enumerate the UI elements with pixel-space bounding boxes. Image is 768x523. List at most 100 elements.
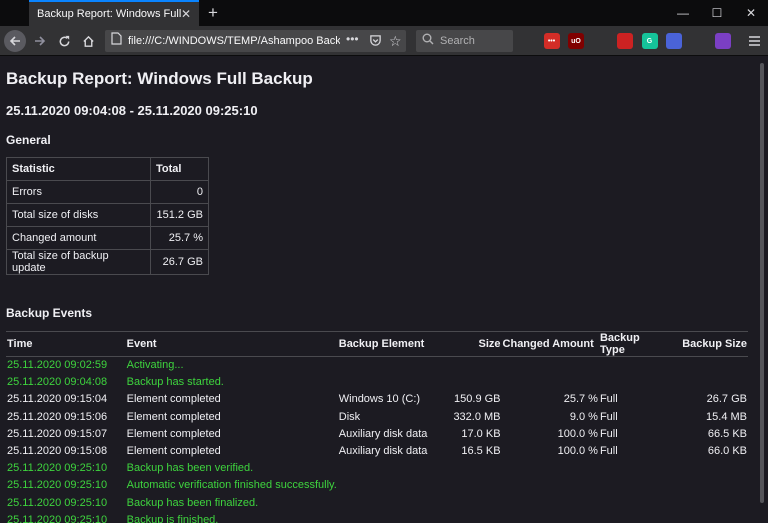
- event-cell: Element completed: [126, 393, 221, 406]
- time-cell: 25.11.2020 09:15:07: [7, 427, 108, 440]
- backup-element-cell: Auxiliary disk data: [338, 427, 428, 440]
- statistic-value: 151.2 GB: [150, 203, 209, 227]
- table-row: 25.11.2020 09:25:10 Automatic verificatio…: [6, 477, 748, 494]
- event-cell: Automatic verification finished successf…: [126, 479, 337, 492]
- hamburger-menu-icon[interactable]: [742, 29, 766, 53]
- table-row: 25.11.2020 09:25:10 Backup has been final…: [6, 494, 748, 511]
- url-bar[interactable]: file:///C:/WINDOWS/TEMP/Ashampoo Backup …: [105, 30, 406, 52]
- backup-type-cell: [599, 374, 666, 391]
- backup-element-cell: Disk: [338, 410, 361, 423]
- home-icon[interactable]: [76, 29, 100, 53]
- backup-type-column-header: Backup Type: [598, 331, 666, 357]
- statistic-name: Errors: [6, 180, 151, 204]
- green-ext-icon[interactable]: [690, 33, 707, 49]
- changed-amount-cell: 100.0 %: [557, 445, 598, 458]
- changed-amount-cell: [502, 494, 599, 511]
- table-row: 25.11.2020 09:15:04 Element completed Wind…: [6, 391, 748, 408]
- backup-size-cell: [666, 511, 748, 523]
- privacy-badger-icon[interactable]: [592, 33, 609, 49]
- scrollbar-thumb[interactable]: [760, 63, 764, 503]
- close-window-icon[interactable]: ✕: [734, 0, 768, 26]
- statistic-column-header: Statistic: [6, 157, 151, 181]
- search-ext-icon[interactable]: [666, 33, 682, 49]
- size-cell: 150.9 GB: [454, 393, 501, 406]
- globe-ext-icon[interactable]: [715, 33, 731, 49]
- time-column-header: Time: [6, 331, 126, 357]
- event-cell: Element completed: [126, 410, 221, 423]
- events-header-row: Time Event Backup Element Size Changed Amoun…: [6, 331, 748, 357]
- event-cell: Activating...: [126, 359, 184, 372]
- backup-element-cell: [338, 477, 440, 494]
- statistic-row: Errors 0: [6, 180, 209, 204]
- statistic-name: Changed amount: [6, 226, 151, 250]
- close-tab-icon[interactable]: ✕: [179, 7, 193, 21]
- statistic-row: Total size of backup update 26.7 GB: [6, 249, 209, 275]
- event-cell: Element completed: [126, 445, 221, 458]
- lastpass-icon[interactable]: •••: [543, 33, 560, 49]
- backup-element-cell: [338, 511, 440, 523]
- backup-type-cell: [599, 511, 666, 523]
- statistic-value: 25.7 %: [150, 226, 209, 250]
- tab-strip: Backup Report: Windows Full Backup ✕ + —…: [0, 0, 768, 26]
- tab-title: Backup Report: Windows Full Backup: [37, 8, 185, 20]
- changed-amount-cell: [502, 374, 599, 391]
- navigation-toolbar: file:///C:/WINDOWS/TEMP/Ashampoo Backup …: [0, 26, 768, 56]
- ublock-icon[interactable]: uO: [568, 33, 584, 49]
- size-column-header: Size: [439, 331, 502, 357]
- tab-backup-report[interactable]: Backup Report: Windows Full Backup ✕: [29, 0, 199, 26]
- time-cell: 25.11.2020 09:15:08: [7, 445, 108, 458]
- size-cell: 17.0 KB: [461, 427, 501, 440]
- pocket-icon[interactable]: [369, 34, 382, 52]
- stack-icon[interactable]: [519, 33, 535, 49]
- backup-type-cell: [599, 477, 666, 494]
- time-cell: 25.11.2020 09:25:10: [7, 462, 108, 475]
- changed-amount-cell: [502, 477, 599, 494]
- backup-size-cell: [666, 374, 748, 391]
- grammarly-icon[interactable]: G: [641, 33, 658, 49]
- table-row: 25.11.2020 09:25:10 Backup is finished.: [6, 511, 748, 523]
- backup-element-cell: [338, 460, 440, 477]
- back-button[interactable]: [3, 29, 27, 53]
- backup-size-cell: 26.7 GB: [706, 393, 747, 406]
- search-bar[interactable]: Search: [416, 30, 513, 52]
- page-content: Backup Report: Windows Full Backup 25.11…: [0, 57, 768, 523]
- changed-amount-cell: [502, 357, 599, 374]
- darkreader-icon[interactable]: [617, 33, 633, 49]
- back-arrow-icon: [4, 30, 26, 52]
- event-column-header: Event: [125, 331, 338, 357]
- backup-type-cell: Full: [599, 445, 618, 458]
- backup-type-cell: [599, 460, 666, 477]
- time-cell: 25.11.2020 09:04:08: [7, 376, 108, 389]
- size-cell: 332.0 MB: [453, 410, 501, 423]
- total-column-header: Total: [150, 157, 209, 181]
- backup-size-cell: 66.0 KB: [707, 445, 747, 458]
- url-text: file:///C:/WINDOWS/TEMP/Ashampoo Backup: [128, 35, 340, 47]
- backup-element-cell: Auxiliary disk data: [338, 445, 428, 458]
- changed-amount-cell: [502, 460, 599, 477]
- table-row: 25.11.2020 09:15:07 Element completed Auxi…: [6, 425, 748, 442]
- backup-type-cell: [599, 494, 666, 511]
- statistic-row: Total size of disks 151.2 GB: [6, 203, 209, 227]
- backup-type-cell: [599, 357, 666, 374]
- vertical-scrollbar[interactable]: [756, 57, 768, 523]
- changed-amount-cell: [502, 511, 599, 523]
- backup-size-cell: [666, 494, 748, 511]
- table-row: 25.11.2020 09:04:08 Backup has started.: [6, 374, 748, 391]
- forward-arrow-icon[interactable]: [28, 29, 52, 53]
- event-cell: Backup has started.: [126, 376, 224, 389]
- table-row: 25.11.2020 09:15:06 Element completed Disk…: [6, 408, 748, 425]
- page-actions-icon[interactable]: •••: [346, 32, 359, 46]
- time-cell: 25.11.2020 09:25:10: [7, 479, 108, 492]
- backup-size-cell: [666, 460, 748, 477]
- backup-period: 25.11.2020 09:04:08 - 25.11.2020 09:25:1…: [6, 103, 258, 118]
- backup-events-heading: Backup Events: [6, 306, 93, 320]
- backup-type-cell: Full: [599, 410, 618, 423]
- size-cell: [439, 460, 501, 477]
- new-tab-icon[interactable]: +: [203, 3, 223, 23]
- bookmark-star-icon[interactable]: ☆: [389, 33, 402, 50]
- size-cell: [439, 374, 501, 391]
- reload-icon[interactable]: [52, 29, 76, 53]
- maximize-icon[interactable]: ☐: [700, 0, 734, 26]
- minimize-icon[interactable]: —: [666, 0, 700, 26]
- time-cell: 25.11.2020 09:25:10: [7, 496, 108, 509]
